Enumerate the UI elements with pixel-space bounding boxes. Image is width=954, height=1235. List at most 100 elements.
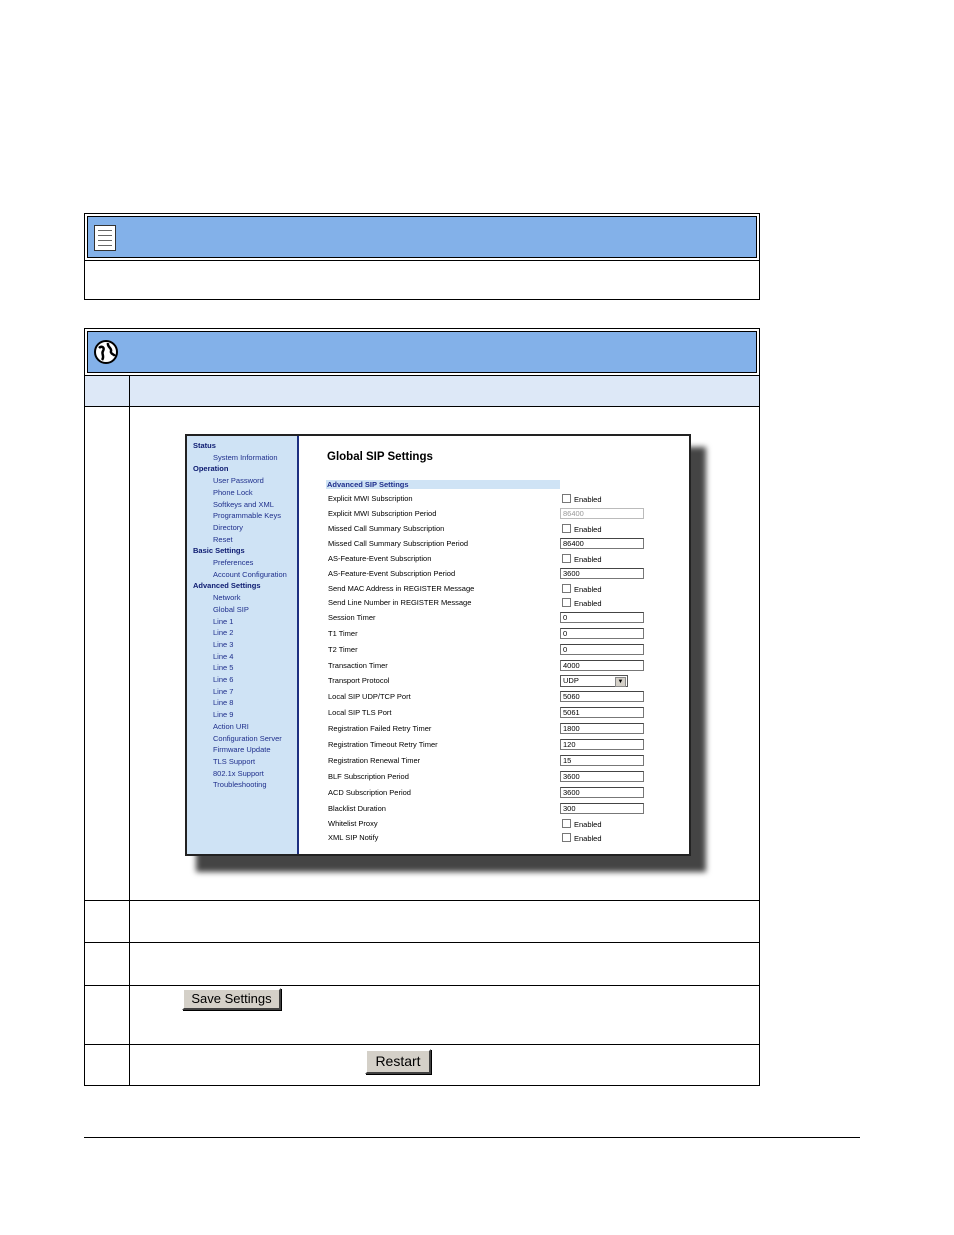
sidebar-section-label: Advanced Settings: [193, 581, 261, 591]
sidebar-item[interactable]: Troubleshooting: [213, 780, 267, 789]
sidebar-item[interactable]: Line 2: [213, 628, 233, 637]
note-header-bar: [87, 216, 757, 258]
sidebar-item[interactable]: Line 4: [213, 652, 233, 661]
sidebar-nav: Status System Information Operation User Pa…: [187, 436, 299, 854]
web-ui-screenshot: Status System Information Operation User Pa…: [185, 434, 691, 856]
transport-protocol-select[interactable]: UDP ▼: [560, 675, 628, 687]
setting-input[interactable]: 5061: [560, 707, 644, 718]
setting-input[interactable]: 15: [560, 755, 644, 766]
setting-input[interactable]: 300: [560, 803, 644, 814]
sidebar-item[interactable]: Preferences: [213, 558, 253, 567]
setting-input[interactable]: 3600: [560, 568, 644, 579]
enabled-label: Enabled: [574, 495, 602, 504]
footer-rule: [84, 1137, 860, 1138]
sidebar-item[interactable]: Global SIP: [213, 605, 249, 614]
setting-input[interactable]: 0: [560, 628, 644, 639]
sidebar-item[interactable]: Action URI: [213, 722, 249, 731]
sidebar-item[interactable]: Line 7: [213, 687, 233, 696]
sidebar-item[interactable]: Account Configuration: [213, 570, 287, 579]
page-title: Global SIP Settings: [327, 451, 433, 463]
sidebar-item[interactable]: TLS Support: [213, 757, 255, 766]
sidebar-item[interactable]: System Information: [213, 453, 278, 462]
sidebar-item[interactable]: Line 5: [213, 663, 233, 672]
setting-row: T2 Timer 0: [299, 644, 689, 656]
sidebar-item[interactable]: Phone Lock: [213, 488, 253, 497]
sidebar-item[interactable]: Line 8: [213, 698, 233, 707]
row-divider: [85, 985, 759, 986]
setting-input[interactable]: 1800: [560, 723, 644, 734]
sidebar-item[interactable]: 802.1x Support: [213, 769, 264, 778]
sidebar-item[interactable]: Line 9: [213, 710, 233, 719]
setting-input[interactable]: 0: [560, 612, 644, 623]
setting-row: Send MAC Address in REGISTER Message Enab…: [299, 583, 689, 595]
row-divider: [85, 1044, 759, 1045]
sidebar-item[interactable]: Network: [213, 593, 241, 602]
note-divider: [85, 260, 759, 261]
setting-row: AS-Feature-Event Subscription Enabled: [299, 553, 689, 565]
setting-input: 86400: [560, 508, 644, 519]
sidebar-item[interactable]: Line 3: [213, 640, 233, 649]
sidebar-item[interactable]: Directory: [213, 523, 243, 532]
sidebar-item[interactable]: Configuration Server: [213, 734, 282, 743]
note-icon: [94, 225, 116, 251]
save-settings-button[interactable]: Save Settings: [182, 988, 281, 1010]
setting-input[interactable]: 4000: [560, 660, 644, 671]
setting-label: Registration Timeout Retry Timer: [328, 740, 438, 749]
setting-label: Blacklist Duration: [328, 804, 386, 813]
setting-input[interactable]: 3600: [560, 787, 644, 798]
setting-label: Registration Failed Retry Timer: [328, 724, 432, 733]
enabled-checkbox[interactable]: [562, 819, 571, 828]
chevron-down-icon[interactable]: ▼: [615, 677, 626, 687]
enabled-label: Enabled: [574, 585, 602, 594]
setting-input[interactable]: 120: [560, 739, 644, 750]
setting-row: Transaction Timer 4000: [299, 660, 689, 672]
enabled-checkbox[interactable]: [562, 833, 571, 842]
sidebar-item[interactable]: Line 1: [213, 617, 233, 626]
sidebar-item[interactable]: Line 6: [213, 675, 233, 684]
enabled-checkbox[interactable]: [562, 584, 571, 593]
setting-label: Send MAC Address in REGISTER Message: [328, 584, 475, 593]
sidebar-item[interactable]: Firmware Update: [213, 745, 271, 754]
setting-row: AS-Feature-Event Subscription Period 3600: [299, 568, 689, 580]
setting-label: ACD Subscription Period: [328, 788, 411, 797]
setting-row: Local SIP TLS Port 5061: [299, 707, 689, 719]
enabled-label: Enabled: [574, 820, 602, 829]
setting-row: Explicit MWI Subscription Enabled: [299, 493, 689, 505]
enabled-label: Enabled: [574, 599, 602, 608]
sidebar-section-label: Basic Settings: [193, 546, 245, 556]
setting-row: Registration Timeout Retry Timer 120: [299, 739, 689, 751]
setting-row: Explicit MWI Subscription Period 86400: [299, 508, 689, 520]
setting-input[interactable]: 5060: [560, 691, 644, 702]
setting-row: XML SIP Notify Enabled: [299, 832, 689, 844]
setting-label: AS-Feature-Event Subscription Period: [328, 569, 456, 578]
setting-row: BLF Subscription Period 3600: [299, 771, 689, 783]
enabled-checkbox[interactable]: [562, 554, 571, 563]
setting-label: Explicit MWI Subscription: [328, 494, 413, 503]
enabled-checkbox[interactable]: [562, 494, 571, 503]
setting-label: T2 Timer: [328, 645, 358, 654]
enabled-label: Enabled: [574, 525, 602, 534]
select-value: UDP: [563, 676, 579, 685]
setting-row: Transport Protocol UDP ▼: [299, 675, 689, 687]
sidebar-item[interactable]: Reset: [213, 535, 233, 544]
restart-button[interactable]: Restart: [365, 1049, 431, 1074]
setting-row: Whitelist Proxy Enabled: [299, 818, 689, 830]
sidebar-item[interactable]: Softkeys and XML: [213, 500, 274, 509]
setting-row: Missed Call Summary Subscription Period 8…: [299, 538, 689, 550]
enabled-checkbox[interactable]: [562, 598, 571, 607]
setting-row: Session Timer 0: [299, 612, 689, 624]
settings-panel: Global SIP Settings Advanced SIP Setting…: [299, 436, 689, 854]
sidebar-item[interactable]: Programmable Keys: [213, 511, 281, 520]
row-divider: [85, 900, 759, 901]
setting-row: Registration Failed Retry Timer 1800: [299, 723, 689, 735]
setting-input[interactable]: 0: [560, 644, 644, 655]
table-header-row: [85, 375, 759, 407]
setting-label: Explicit MWI Subscription Period: [328, 509, 437, 518]
setting-input[interactable]: 86400: [560, 538, 644, 549]
sidebar-item[interactable]: User Password: [213, 476, 264, 485]
setting-label: Transport Protocol: [328, 676, 390, 685]
setting-input[interactable]: 3600: [560, 771, 644, 782]
setting-row: Local SIP UDP/TCP Port 5060: [299, 691, 689, 703]
setting-label: XML SIP Notify: [328, 833, 379, 842]
enabled-checkbox[interactable]: [562, 524, 571, 533]
